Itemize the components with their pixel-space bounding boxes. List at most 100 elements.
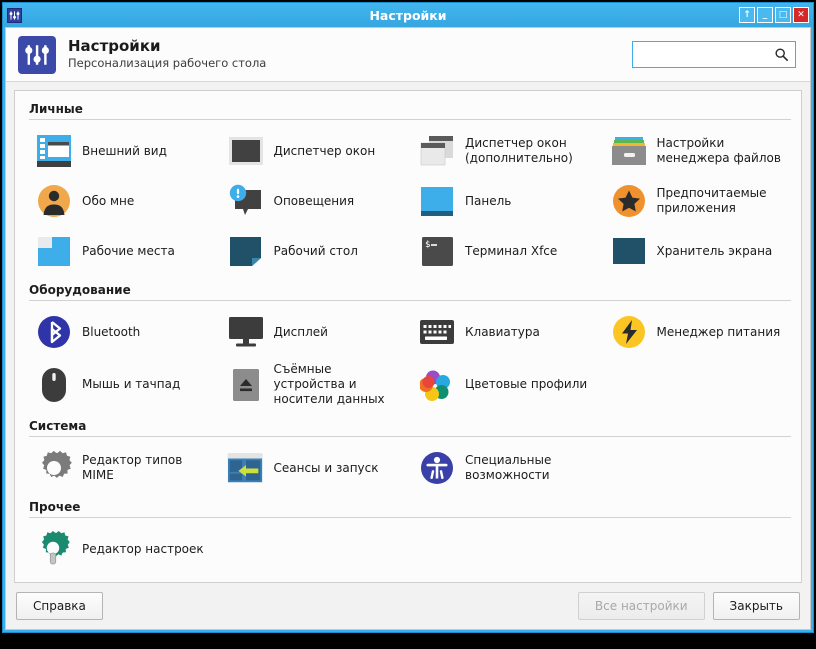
search-box[interactable] <box>632 41 796 68</box>
settings-item-label: Съёмные устройства и носители данных <box>273 362 385 406</box>
keyboard-icon <box>418 313 456 351</box>
settings-item-placeholder <box>600 357 792 412</box>
svg-text:$: $ <box>425 240 430 250</box>
screensaver-icon <box>610 232 648 270</box>
settings-item-placeholder <box>600 443 792 493</box>
settings-item-placeholder <box>408 524 600 574</box>
settings-item-label: Терминал Xfce <box>465 243 558 258</box>
settings-item-label: Специальные возможности <box>465 453 552 482</box>
settings-item-placeholder <box>217 524 409 574</box>
close-button-bottom[interactable]: Закрыть <box>712 592 800 620</box>
settings-item-label: Дисплей <box>273 324 328 339</box>
dialog-button-bar: Справка Все настройки Закрыть <box>6 583 810 629</box>
settings-window: Настройки ↑ _ □ ✕ Настройки Персонализац… <box>2 2 814 633</box>
category-grid: Редактор настроек <box>25 524 791 574</box>
minimize-button[interactable]: _ <box>757 7 773 23</box>
settings-item-removable-media[interactable]: Съёмные устройства и носители данных <box>217 357 409 412</box>
terminal-icon: $ <box>418 232 456 270</box>
window-titlebar[interactable]: Настройки ↑ _ □ ✕ <box>3 3 813 27</box>
preferred-applications-icon <box>610 182 648 220</box>
settings-item-label: Обо мне <box>82 193 135 208</box>
settings-item-label: Настройки менеджера файлов <box>656 136 781 165</box>
panel-icon <box>418 182 456 220</box>
settings-item-settings-editor[interactable]: Редактор настроек <box>25 524 217 574</box>
category-divider <box>29 300 791 301</box>
settings-item-label: Редактор настроек <box>82 541 204 556</box>
settings-item-appearance[interactable]: Внешний вид <box>25 126 217 176</box>
settings-item-label: Рабочие места <box>82 243 175 258</box>
settings-sliders-icon <box>18 35 56 74</box>
settings-content: Личные Внешний вид Диспетчер окон Диспет… <box>14 90 802 583</box>
settings-item-workspaces[interactable]: Рабочие места <box>25 226 217 276</box>
settings-item-label: Редактор типов MIME <box>82 453 183 482</box>
category-divider <box>29 119 791 120</box>
window-body: Настройки Персонализация рабочего стола … <box>5 27 811 630</box>
shade-button[interactable]: ↑ <box>739 7 755 23</box>
notifications-icon <box>227 182 265 220</box>
settings-editor-icon <box>35 530 73 568</box>
settings-item-mouse-touchpad[interactable]: Мышь и тачпад <box>25 357 217 412</box>
mime-type-editor-icon <box>35 449 73 487</box>
power-manager-icon <box>610 313 648 351</box>
settings-item-display[interactable]: Дисплей <box>217 307 409 357</box>
bluetooth-icon <box>35 313 73 351</box>
help-button[interactable]: Справка <box>16 592 103 620</box>
settings-item-power-manager[interactable]: Менеджер питания <box>600 307 792 357</box>
mouse-touchpad-icon <box>35 366 73 404</box>
settings-item-mime-type-editor[interactable]: Редактор типов MIME <box>25 443 217 493</box>
file-manager-icon <box>610 132 648 170</box>
app-header-titles: Настройки Персонализация рабочего стола <box>68 38 266 70</box>
desktop-icon <box>227 232 265 270</box>
settings-item-notifications[interactable]: Оповещения <box>217 176 409 226</box>
settings-item-about-me[interactable]: Обо мне <box>25 176 217 226</box>
all-settings-button[interactable]: Все настройки <box>577 592 705 620</box>
category-title: Система <box>29 419 87 433</box>
window-manager-icon <box>227 132 265 170</box>
settings-sliders-icon <box>7 7 22 23</box>
category-personal: Личные Внешний вид Диспетчер окон Диспет… <box>25 99 791 276</box>
settings-item-label: Менеджер питания <box>656 324 781 339</box>
category-title: Оборудование <box>29 283 131 297</box>
settings-item-bluetooth[interactable]: Bluetooth <box>25 307 217 357</box>
settings-item-label: Сеансы и запуск <box>273 460 379 475</box>
appearance-icon <box>35 132 73 170</box>
window-controls: ↑ _ □ ✕ <box>739 7 809 23</box>
settings-item-color-profiles[interactable]: Цветовые профили <box>408 357 600 412</box>
removable-media-icon <box>227 366 265 404</box>
category-other: Прочее Редактор настроек <box>25 497 791 574</box>
settings-item-window-manager[interactable]: Диспетчер окон <box>217 126 409 176</box>
category-grid: Редактор типов MIME Сеансы и запуск Спец… <box>25 443 791 493</box>
page-subtitle: Персонализация рабочего стола <box>68 55 267 70</box>
color-profiles-icon <box>418 366 456 404</box>
settings-item-session-startup[interactable]: Сеансы и запуск <box>217 443 409 493</box>
maximize-button[interactable]: □ <box>775 7 791 23</box>
settings-item-preferred-applications[interactable]: Предпочитаемые приложения <box>600 176 792 226</box>
settings-item-label: Внешний вид <box>82 143 167 158</box>
page-title: Настройки <box>68 37 161 56</box>
settings-item-desktop[interactable]: Рабочий стол <box>217 226 409 276</box>
settings-item-label: Мышь и тачпад <box>82 377 181 391</box>
category-title: Личные <box>29 102 83 116</box>
workspaces-icon <box>35 232 73 270</box>
settings-scroll-area[interactable]: Личные Внешний вид Диспетчер окон Диспет… <box>6 82 810 583</box>
search-input[interactable] <box>639 46 774 63</box>
settings-item-terminal[interactable]: $ Терминал Xfce <box>408 226 600 276</box>
category-grid: Bluetooth Дисплей Клавиатура Менеджер пи… <box>25 307 791 412</box>
settings-item-label: Предпочитаемые приложения <box>656 186 767 215</box>
settings-item-placeholder <box>600 524 792 574</box>
settings-item-accessibility[interactable]: Специальные возможности <box>408 443 600 493</box>
settings-item-label: Панель <box>465 193 512 208</box>
close-button[interactable]: ✕ <box>793 7 809 23</box>
settings-item-screensaver[interactable]: Хранитель экрана <box>600 226 792 276</box>
settings-item-label: Цветовые профили <box>465 377 588 391</box>
category-title: Прочее <box>29 500 81 514</box>
settings-item-panel[interactable]: Панель <box>408 176 600 226</box>
settings-item-window-manager-tweaks[interactable]: Диспетчер окон (дополнительно) <box>408 126 600 176</box>
session-startup-icon <box>227 449 265 487</box>
category-divider <box>29 517 791 518</box>
settings-item-label: Диспетчер окон <box>273 143 376 158</box>
window-manager-tweaks-icon <box>418 132 456 170</box>
settings-item-file-manager[interactable]: Настройки менеджера файлов <box>600 126 792 176</box>
settings-item-keyboard[interactable]: Клавиатура <box>408 307 600 357</box>
accessibility-icon <box>418 449 456 487</box>
